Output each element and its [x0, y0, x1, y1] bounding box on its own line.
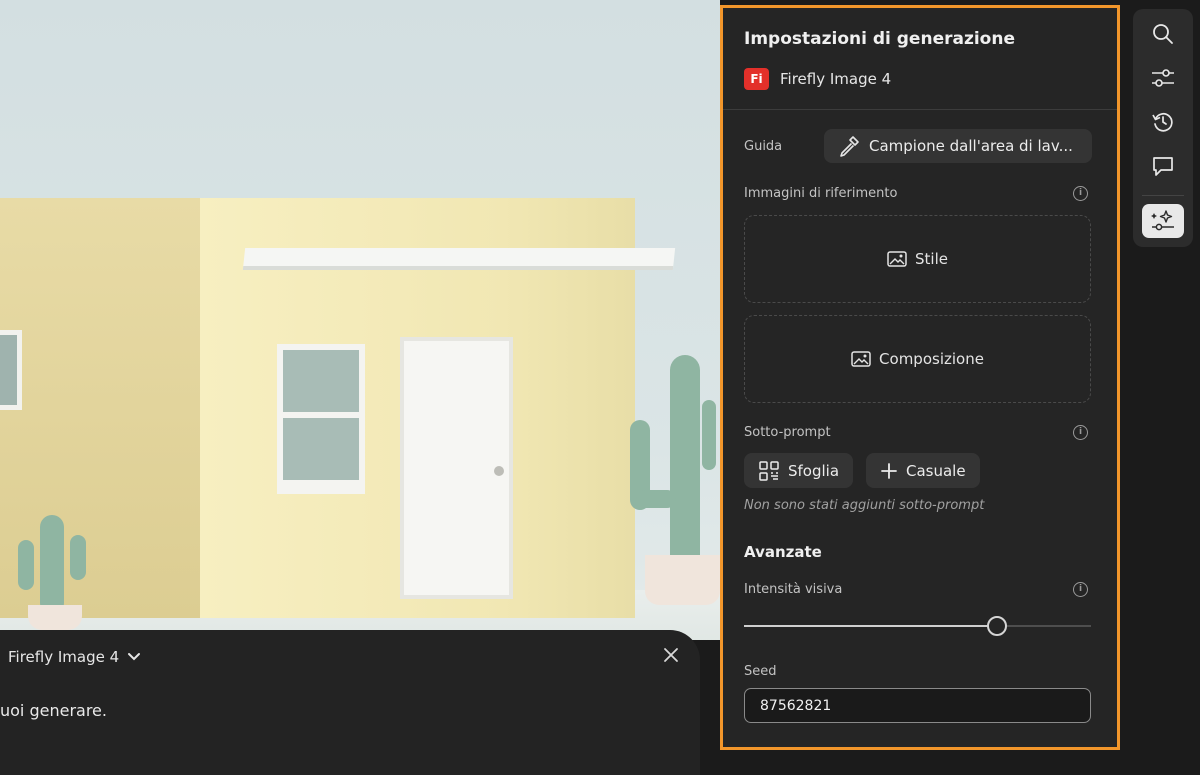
info-icon[interactable]: i: [1073, 186, 1088, 201]
cactus-left-arm-right: [70, 535, 86, 580]
visual-intensity-slider[interactable]: [744, 616, 1091, 636]
generation-settings-panel: Impostazioni di generazione Fi Firefly I…: [720, 5, 1120, 750]
side-window: [0, 330, 22, 410]
visual-intensity-label: Intensità visiva: [744, 582, 843, 597]
composition-reference-dropzone[interactable]: Composizione: [744, 315, 1091, 403]
random-label: Casuale: [906, 461, 966, 480]
composition-label: Composizione: [879, 350, 984, 368]
cactus-left: [40, 515, 64, 615]
seed-label: Seed: [744, 664, 777, 679]
sliders-icon: [1152, 69, 1174, 87]
subprompt-label: Sotto-prompt: [744, 425, 831, 440]
search-button[interactable]: [1142, 17, 1184, 51]
info-icon[interactable]: i: [1073, 425, 1088, 440]
comments-button[interactable]: [1142, 149, 1184, 183]
seed-input[interactable]: [744, 688, 1091, 723]
no-subprompt-hint: Non sono stati aggiunti sotto-prompt: [744, 498, 985, 513]
cactus-right: [670, 355, 700, 570]
random-button[interactable]: Casuale: [866, 453, 980, 488]
model-name: Firefly Image 4: [780, 70, 892, 88]
pot-right: [645, 555, 720, 605]
history-icon: [1152, 112, 1173, 132]
divider: [723, 109, 1117, 110]
door: [400, 337, 513, 599]
close-icon: [664, 648, 678, 662]
pot-left: [28, 605, 82, 630]
cactus-left-arm-left: [18, 540, 34, 590]
style-label: Stile: [915, 250, 948, 268]
search-icon: [1153, 24, 1173, 44]
sample-canvas-label: Campione dall'area di lav...: [869, 137, 1073, 155]
image-icon: [887, 251, 907, 267]
chevron-down-icon: [128, 653, 141, 661]
eyedropper-icon: [840, 136, 859, 157]
panel-title: Impostazioni di generazione: [744, 29, 1015, 49]
advanced-heading: Avanzate: [744, 543, 822, 561]
style-reference-dropzone[interactable]: Stile: [744, 215, 1091, 303]
door-knob: [494, 466, 504, 476]
comment-icon: [1153, 157, 1173, 176]
qr-grid-icon: [759, 460, 779, 481]
close-button[interactable]: [660, 646, 682, 668]
generate-settings-icon: [1151, 210, 1174, 231]
generation-settings-button[interactable]: [1142, 204, 1184, 238]
cactus-right-arm-right: [702, 400, 716, 470]
model-dropdown-label: Firefly Image 4: [8, 648, 120, 666]
awning: [242, 248, 676, 270]
info-icon[interactable]: i: [1073, 582, 1088, 597]
prompt-input[interactable]: uoi generare.: [0, 701, 107, 720]
image-icon: [851, 351, 871, 367]
slider-fill: [744, 625, 998, 627]
canvas-image[interactable]: [0, 0, 720, 640]
browse-label: Sfoglia: [788, 461, 840, 480]
guide-label: Guida: [744, 139, 783, 154]
cactus-right-arm-left-join: [636, 490, 676, 508]
model-info: Fi Firefly Image 4: [744, 68, 891, 90]
front-window: [277, 344, 365, 494]
plus-icon: [881, 462, 897, 479]
firefly-logo-icon: Fi: [744, 68, 769, 90]
reference-images-label: Immagini di riferimento: [744, 186, 898, 201]
browse-button[interactable]: Sfoglia: [744, 453, 854, 488]
rail-divider: [1142, 195, 1184, 196]
model-dropdown[interactable]: Firefly Image 4: [8, 648, 141, 666]
sample-canvas-button[interactable]: Campione dall'area di lav...: [824, 129, 1092, 163]
tool-rail: [1133, 9, 1193, 247]
slider-thumb[interactable]: [987, 616, 1008, 636]
history-button[interactable]: [1142, 105, 1184, 139]
adjustments-button[interactable]: [1142, 61, 1184, 95]
